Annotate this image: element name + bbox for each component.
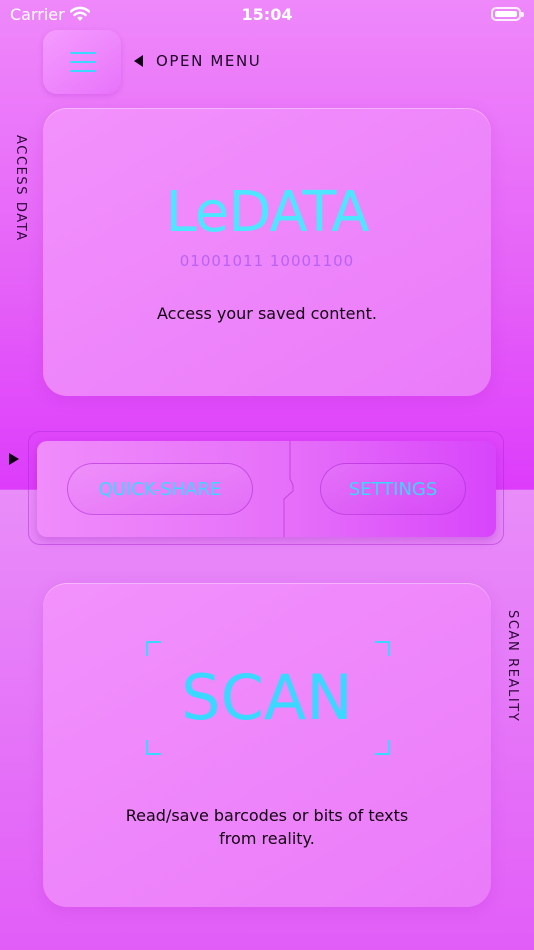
open-menu-label: OPEN MENU [156, 52, 262, 70]
scan-card[interactable] [43, 583, 491, 907]
triangle-right-icon[interactable] [9, 453, 19, 465]
scan-reality-label: SCAN REALITY [505, 610, 520, 723]
clock: 15:04 [241, 5, 293, 24]
quick-bar-divider [283, 441, 294, 537]
binary-subtitle: 01001011 10001100 [179, 252, 355, 270]
scan-description-line: from reality. [219, 829, 315, 848]
quick-share-label: QUICK-SHARE [98, 478, 222, 500]
scan-frame-corner [375, 740, 390, 755]
scan-frame-corner [146, 740, 161, 755]
scan-frame-corner [146, 641, 161, 656]
scan-card-description: Read/save barcodes or bits of texts from… [43, 804, 491, 850]
hamburger-icon [70, 61, 96, 63]
triangle-left-icon [134, 55, 143, 67]
scan-description-line: Read/save barcodes or bits of texts [125, 806, 409, 825]
scan-frame-corner [375, 641, 390, 656]
battery-icon [491, 7, 524, 21]
status-bar: Carrier 15:04 [0, 0, 534, 30]
open-menu-hint[interactable]: OPEN MENU [134, 52, 261, 70]
scan-title: SCAN [181, 661, 353, 734]
hamburger-icon [70, 52, 96, 54]
access-data-label: ACCESS DATA [13, 135, 28, 242]
settings-button[interactable]: SETTINGS [320, 463, 466, 515]
menu-button[interactable] [43, 30, 121, 94]
data-card-description: Access your saved content. [157, 304, 377, 323]
quick-share-button[interactable]: QUICK-SHARE [67, 463, 253, 515]
app-logo-title: LeDATA [165, 180, 370, 245]
settings-label: SETTINGS [348, 478, 438, 500]
hamburger-icon [70, 70, 96, 72]
